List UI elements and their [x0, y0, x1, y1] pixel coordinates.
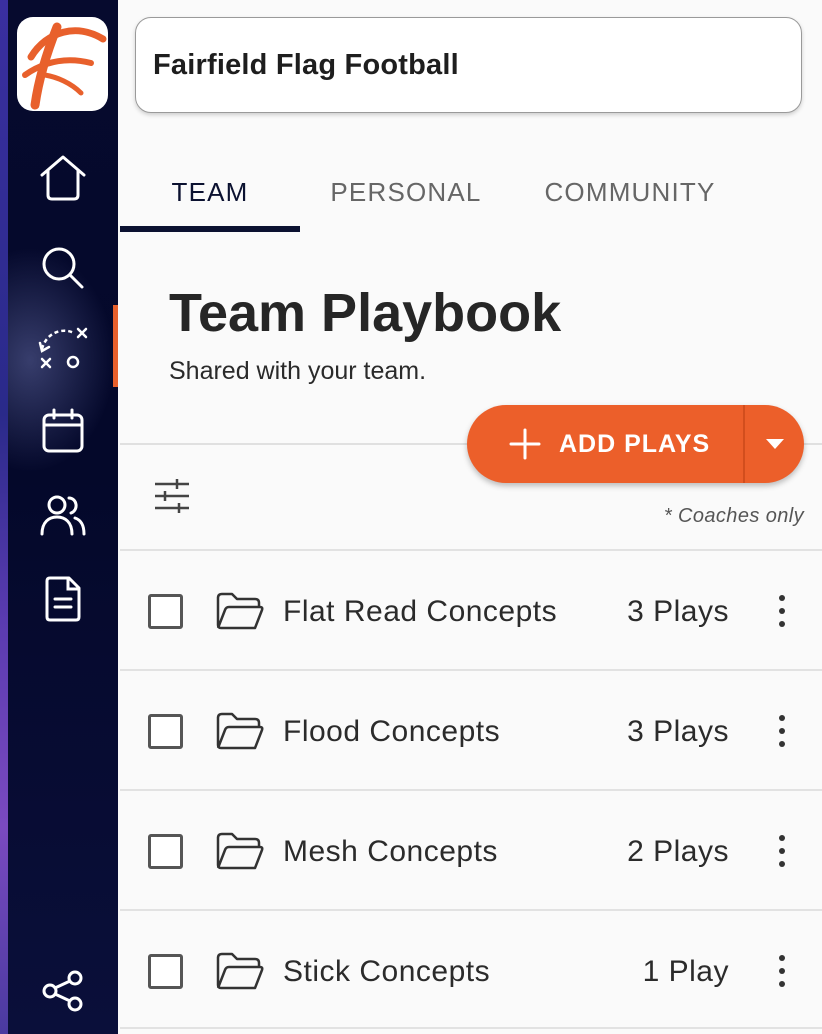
- search-icon: [42, 247, 84, 289]
- home-icon: [40, 155, 86, 201]
- nav-search[interactable]: [8, 233, 118, 303]
- share-icon: [42, 970, 83, 1012]
- nav-playbook[interactable]: [8, 311, 118, 381]
- document-icon: [45, 576, 81, 622]
- folder-row[interactable]: Mesh Concepts 2 Plays: [120, 789, 822, 909]
- add-plays-button[interactable]: ADD PLAYS: [467, 405, 743, 483]
- play-count: 1 Play: [642, 955, 729, 988]
- page-title: Team Playbook: [169, 283, 562, 343]
- play-count: 2 Plays: [627, 835, 729, 868]
- coaches-only-note: * Coaches only: [663, 505, 804, 527]
- fairfield-f-logo-icon: [22, 22, 107, 110]
- folder-list: Flat Read Concepts 3 Plays Flood Concept…: [120, 549, 822, 1029]
- folder-name: Stick Concepts: [283, 955, 491, 988]
- filter-button[interactable]: [153, 478, 191, 519]
- tab-bar: TEAM PERSONAL COMMUNITY: [120, 150, 822, 234]
- nav-documents[interactable]: [8, 564, 118, 634]
- plus-icon: [509, 428, 541, 460]
- play-count: 3 Plays: [627, 595, 729, 628]
- row-checkbox[interactable]: [148, 954, 183, 989]
- tab-personal[interactable]: PERSONAL: [316, 150, 496, 234]
- row-checkbox[interactable]: [148, 594, 183, 629]
- nav-share[interactable]: [8, 956, 118, 1026]
- nav-users[interactable]: [8, 480, 118, 550]
- users-icon: [40, 495, 86, 536]
- folder-row[interactable]: Flat Read Concepts 3 Plays: [120, 549, 822, 669]
- add-plays-label: ADD PLAYS: [559, 429, 711, 458]
- tab-team[interactable]: TEAM: [120, 150, 300, 234]
- folder-icon: [216, 712, 264, 750]
- row-checkbox[interactable]: [148, 714, 183, 749]
- tab-active-indicator: [120, 226, 300, 232]
- add-plays-dropdown-button[interactable]: [745, 405, 804, 483]
- folder-row[interactable]: Flood Concepts 3 Plays: [120, 669, 822, 789]
- row-checkbox[interactable]: [148, 834, 183, 869]
- add-plays-split-button: ADD PLAYS: [467, 405, 804, 483]
- nav-active-indicator: [113, 305, 118, 387]
- tab-community[interactable]: COMMUNITY: [524, 150, 736, 234]
- folder-name: Flood Concepts: [283, 715, 501, 748]
- app-root: Fairfield Flag Football TEAM PERSONAL CO…: [0, 0, 822, 1034]
- nav-home[interactable]: [8, 143, 118, 213]
- calendar-icon: [42, 408, 84, 453]
- caret-down-icon: [765, 439, 784, 449]
- page-subtitle: Shared with your team.: [169, 357, 427, 385]
- more-vertical-icon[interactable]: [778, 593, 786, 629]
- more-vertical-icon[interactable]: [778, 953, 786, 989]
- more-vertical-icon[interactable]: [778, 833, 786, 869]
- playbook-icon: [38, 327, 88, 369]
- play-count: 3 Plays: [627, 715, 729, 748]
- folder-name: Flat Read Concepts: [283, 595, 558, 628]
- team-selector[interactable]: Fairfield Flag Football: [135, 17, 802, 113]
- more-vertical-icon[interactable]: [778, 713, 786, 749]
- folder-icon: [216, 952, 264, 990]
- sidebar: [0, 0, 118, 1034]
- sliders-icon: [155, 479, 189, 513]
- app-logo[interactable]: [17, 17, 108, 111]
- folder-name: Mesh Concepts: [283, 835, 498, 868]
- nav-calendar[interactable]: [8, 396, 118, 466]
- folder-row[interactable]: Stick Concepts 1 Play: [120, 909, 822, 1029]
- folder-icon: [216, 592, 264, 630]
- folder-icon: [216, 832, 264, 870]
- team-name: Fairfield Flag Football: [153, 48, 459, 81]
